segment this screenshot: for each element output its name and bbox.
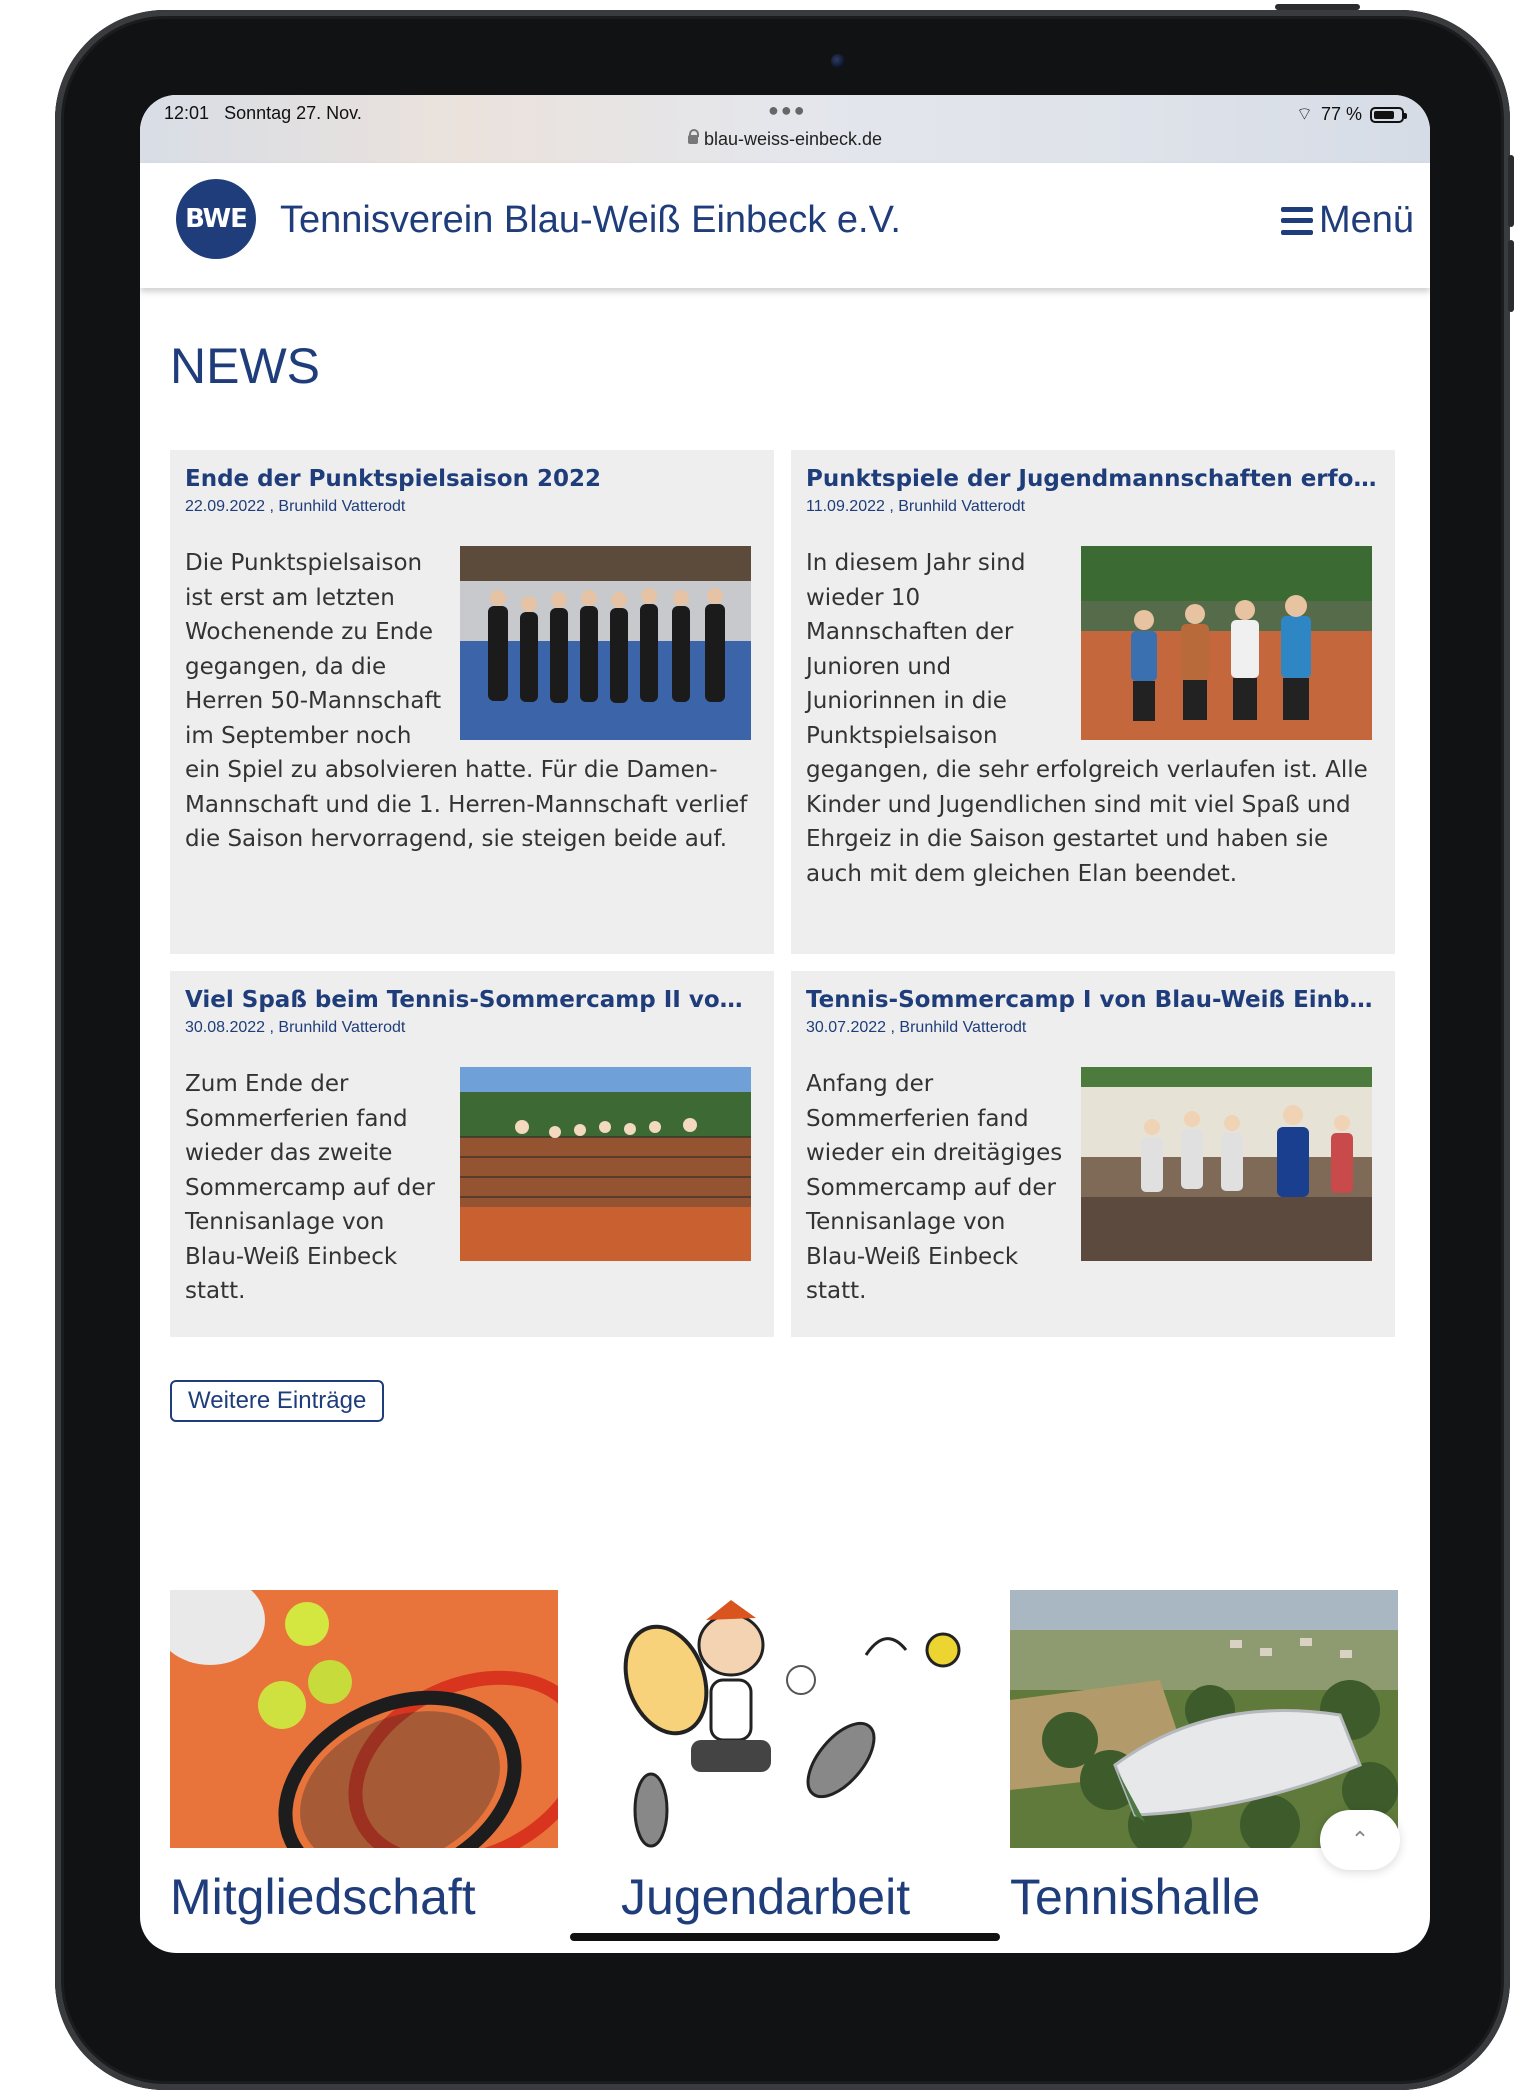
lock-icon <box>687 129 699 144</box>
news-meta: 30.08.2022 , Brunhild Vatterodt <box>185 1019 406 1036</box>
news-meta: 30.07.2022 , Brunhild Vatterodt <box>806 1019 1027 1036</box>
power-button <box>1275 4 1360 10</box>
wifi-icon: ⌔ <box>1296 104 1313 124</box>
cartoon-player-image[interactable] <box>591 1590 979 1848</box>
news-title[interactable]: Ende der Punktspielsaison 2022 <box>185 466 759 492</box>
camera <box>831 54 845 68</box>
news-text: Zum Ende der Sommerferien fand wieder da… <box>185 1071 435 1304</box>
news-title[interactable]: Tennis-Sommercamp I von Blau-Weiß Einbec… <box>806 987 1380 1013</box>
tennis-hall-image[interactable] <box>1010 1590 1398 1848</box>
news-photo[interactable] <box>1081 546 1372 740</box>
tile-hall[interactable]: Tennishalle <box>1010 1590 1398 1926</box>
tile-membership[interactable]: Mitgliedschaft <box>170 1590 558 1926</box>
address-bar[interactable]: blau-weiss-einbeck.de <box>140 129 1430 150</box>
news-text: Anfang der Sommerferien fand wieder ein … <box>806 1071 1063 1304</box>
news-title[interactable]: Viel Spaß beim Tennis-Sommercamp II von … <box>185 987 759 1013</box>
news-meta: 11.09.2022 , Brunhild Vatterodt <box>806 498 1026 515</box>
hamburger-icon <box>1280 206 1313 235</box>
status-time: 12:01 Sonntag 27. Nov. <box>164 103 362 123</box>
browser-chrome: 12:01 Sonntag 27. Nov. ●●● ⌔ 77 % blau-w… <box>140 95 1430 164</box>
tab-options-icon[interactable]: ●●● <box>768 100 807 121</box>
url-text: blau-weiss-einbeck.de <box>703 129 883 149</box>
news-card[interactable]: Punktspiele der Jugendmannschaften erfol… <box>791 450 1395 954</box>
tile-youth[interactable]: Jugendarbeit <box>591 1590 979 1926</box>
news-title[interactable]: Punktspiele der Jugendmannschaften erfol… <box>806 466 1380 492</box>
chevron-up-icon: ⌃ <box>1350 1827 1370 1852</box>
club-logo[interactable]: BWE <box>176 179 256 259</box>
more-entries-button[interactable]: Weitere Einträge <box>170 1380 385 1422</box>
news-photo[interactable] <box>460 546 751 740</box>
news-photo[interactable] <box>460 1067 751 1261</box>
site-title[interactable]: Tennisverein Blau-Weiß Einbeck e.V. <box>280 199 901 242</box>
tile-label[interactable]: Mitgliedschaft <box>170 1868 558 1926</box>
tile-label[interactable]: Jugendarbeit <box>591 1868 979 1926</box>
news-card[interactable]: Tennis-Sommercamp I von Blau-Weiß Einbec… <box>791 971 1395 1337</box>
site-header: BWE Tennisverein Blau-Weiß Einbeck e.V. … <box>140 163 1430 288</box>
status-date: Sonntag 27. Nov. <box>224 103 362 123</box>
battery-percent: 77 % <box>1320 104 1362 124</box>
news-photo[interactable] <box>1081 1067 1372 1261</box>
news-meta: 22.09.2022 , Brunhild Vatterodt <box>185 498 406 515</box>
news-card[interactable]: Ende der Punktspielsaison 2022 22.09.202… <box>170 450 774 954</box>
scroll-to-top-button[interactable]: ⌃ <box>1320 1810 1400 1870</box>
volume-button <box>1508 155 1514 227</box>
volume-button <box>1508 240 1514 312</box>
battery-icon <box>1370 106 1407 123</box>
news-card[interactable]: Viel Spaß beim Tennis-Sommercamp II von … <box>170 971 774 1337</box>
news-heading: NEWS <box>170 338 320 394</box>
tennis-racket-image[interactable] <box>170 1590 558 1848</box>
home-indicator <box>570 1933 1000 1941</box>
tile-label[interactable]: Tennishalle <box>1010 1868 1398 1926</box>
screen: 12:01 Sonntag 27. Nov. ●●● ⌔ 77 % blau-w… <box>140 95 1430 1953</box>
menu-button[interactable]: Menü <box>1280 199 1414 242</box>
status-right: ⌔ 77 % <box>1296 103 1407 126</box>
menu-label: Menü <box>1318 199 1414 241</box>
